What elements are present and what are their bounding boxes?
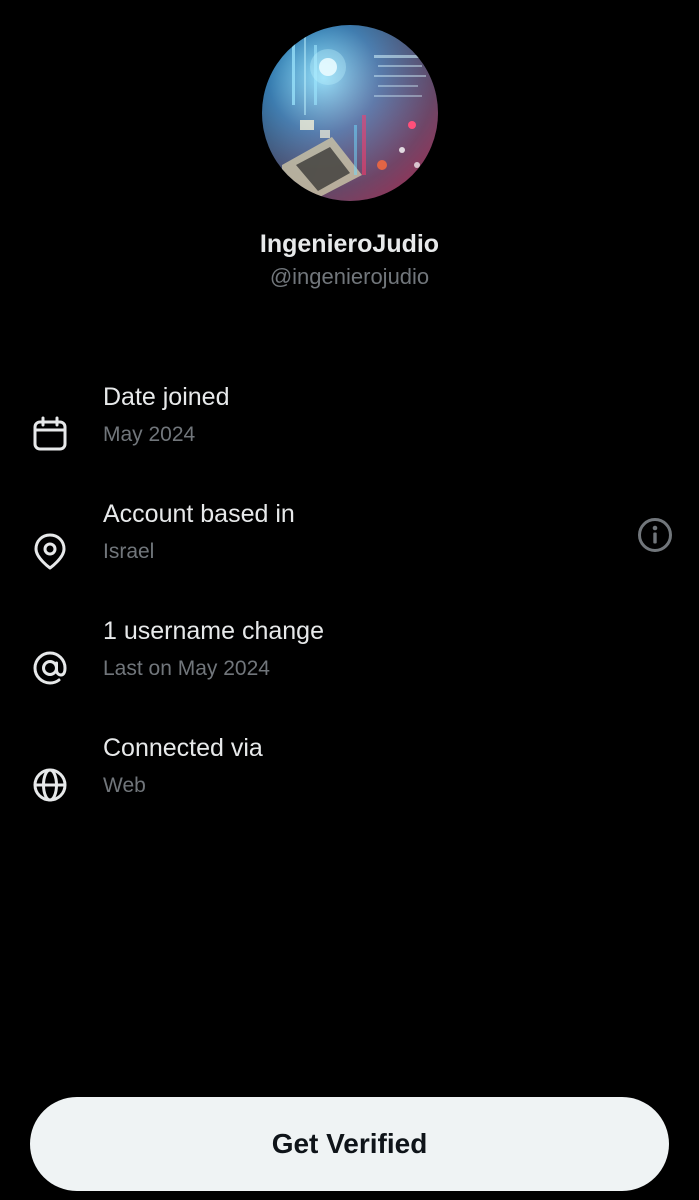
profile-avatar[interactable] [262, 25, 438, 201]
row-subtitle: May 2024 [103, 423, 196, 446]
row-title: 1 username change [103, 617, 324, 645]
row-subtitle: Web [103, 774, 146, 797]
info-row-date-joined: Date joined May 2024 [0, 383, 699, 463]
info-row-username-change: 1 username change Last on May 2024 [0, 617, 699, 697]
row-subtitle: Last on May 2024 [103, 657, 270, 680]
row-title: Date joined [103, 383, 230, 411]
get-verified-button[interactable]: Get Verified [30, 1097, 669, 1191]
calendar-icon [31, 415, 69, 453]
info-icon[interactable] [637, 517, 673, 553]
avatar-image [262, 25, 438, 201]
row-subtitle: Israel [103, 540, 155, 563]
profile-display-name: IngenieroJudio [259, 230, 440, 258]
row-title: Connected via [103, 734, 263, 762]
info-row-connected-via: Connected via Web [0, 734, 699, 814]
info-row-account-based-in: Account based in Israel [0, 500, 699, 580]
globe-icon [31, 766, 69, 804]
location-pin-icon [31, 532, 69, 570]
at-sign-icon [31, 649, 69, 687]
row-title: Account based in [103, 500, 295, 528]
profile-handle: @ingenierojudio [269, 264, 430, 289]
